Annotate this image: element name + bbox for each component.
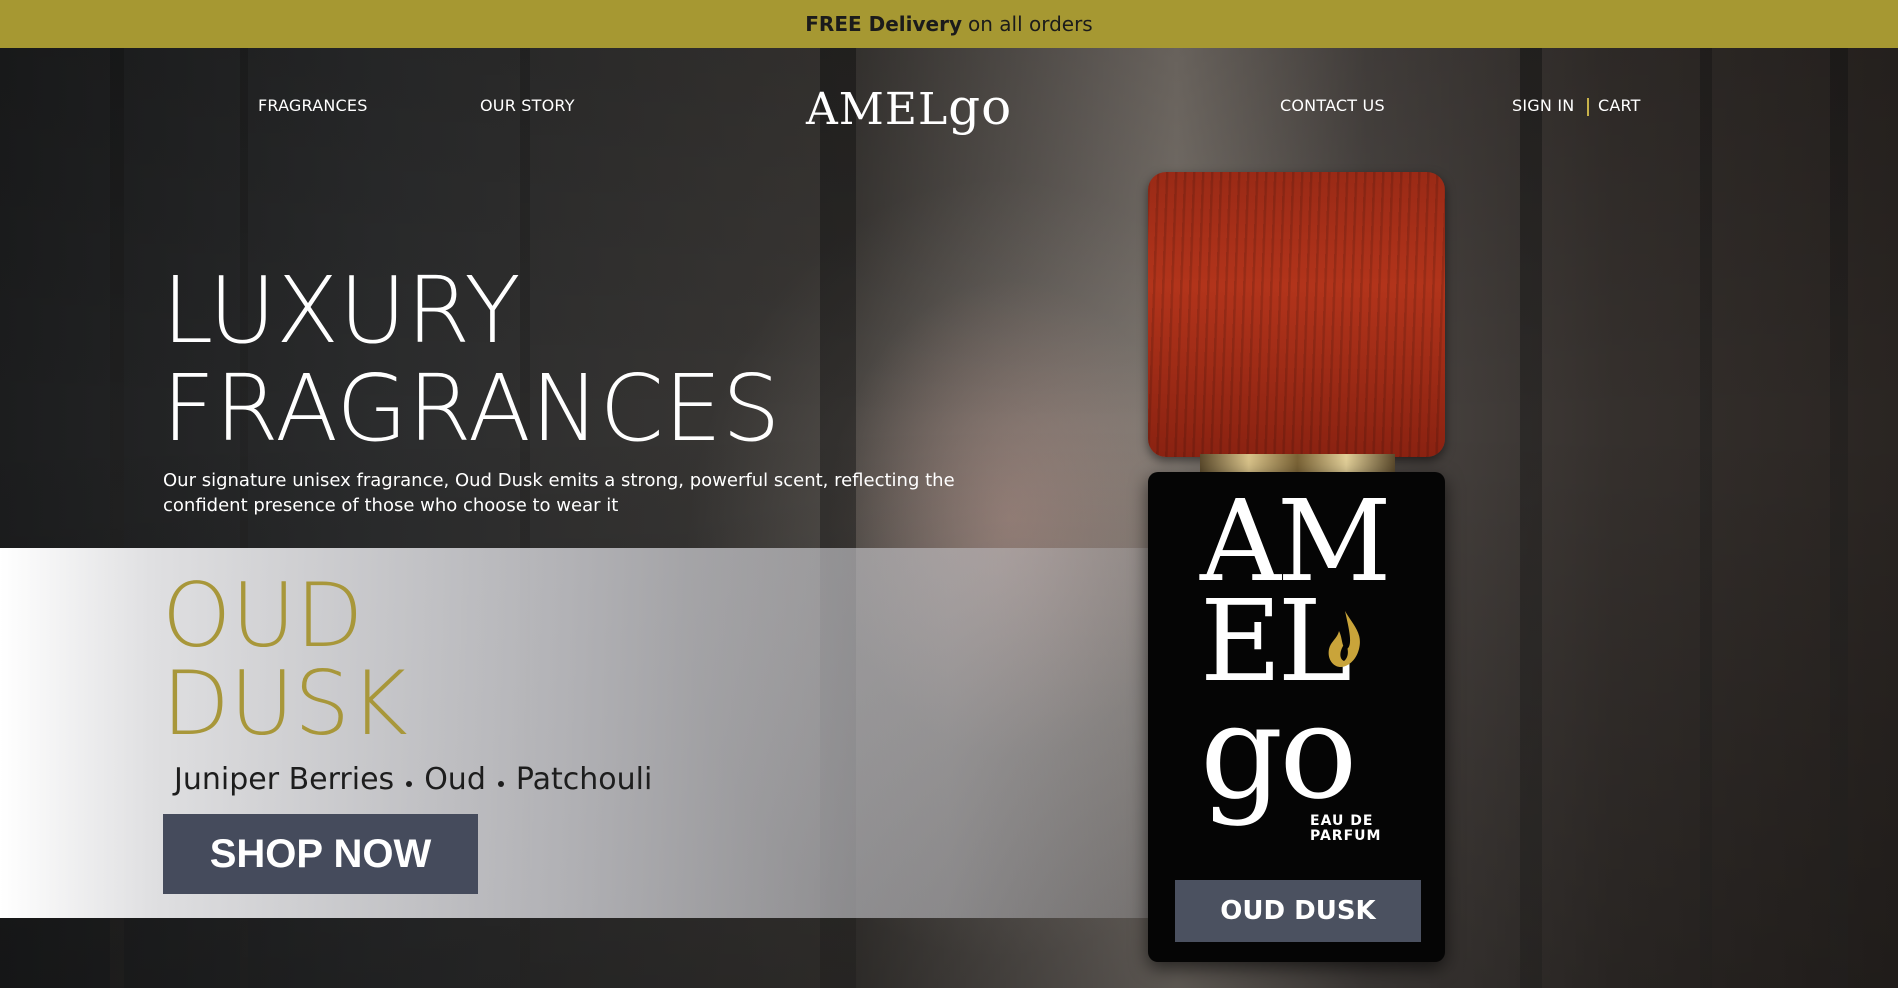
promo-text: on all orders xyxy=(967,12,1093,36)
promo-bar: FREE Delivery on all orders xyxy=(0,0,1898,48)
shop-now-button[interactable]: SHOP NOW xyxy=(163,814,478,894)
headline-line-2: FRAGRANCES xyxy=(162,355,781,462)
nav-divider xyxy=(1587,98,1589,116)
bottle-label: OUD DUSK xyxy=(1175,880,1421,942)
main-nav: FRAGRANCES OUR STORY AMELgo CONTACT US S… xyxy=(0,48,1898,168)
flame-icon xyxy=(1328,611,1360,667)
product-bottle-image[interactable]: AM EL go EAU DE PARFUM OUD DUSK xyxy=(1145,172,1450,962)
scent-note: Patchouli xyxy=(515,762,653,797)
bullet-separator xyxy=(406,780,413,787)
nav-cart[interactable]: CART xyxy=(1598,96,1641,115)
logo-tail-text: go xyxy=(948,78,1013,136)
promo-bold-text: FREE Delivery xyxy=(805,12,962,36)
brand-logo[interactable]: AMELgo xyxy=(806,78,1012,136)
hero-description: Our signature unisex fragrance, Oud Dusk… xyxy=(163,470,955,516)
logo-main-text: AMEL xyxy=(806,84,949,135)
eau-de-parfum-text: EAU DE PARFUM xyxy=(1310,814,1381,844)
product-title-line-1: OUD xyxy=(162,564,364,667)
nav-sign-in[interactable]: SIGN IN xyxy=(1512,96,1574,115)
edp-line-1: EAU DE xyxy=(1310,813,1374,829)
edp-line-2: PARFUM xyxy=(1310,828,1382,844)
bottle-collar xyxy=(1200,454,1395,474)
headline-line-1: LUXURY xyxy=(162,257,521,364)
scent-note: Juniper Berries xyxy=(174,762,395,797)
nav-contact-us[interactable]: CONTACT US xyxy=(1280,96,1385,115)
scent-note: Oud xyxy=(424,762,486,797)
bullet-separator xyxy=(497,780,504,787)
bottle-logo-line-3: go xyxy=(1200,676,1357,828)
product-title: OUD DUSK xyxy=(162,572,408,748)
bottle-cap xyxy=(1148,172,1445,457)
hero-headline: LUXURY FRAGRANCES xyxy=(162,262,780,458)
product-title-line-2: DUSK xyxy=(162,652,408,755)
nav-fragrances[interactable]: FRAGRANCES xyxy=(258,96,368,115)
scent-notes: Juniper Berries Oud Patchouli xyxy=(174,762,652,797)
nav-our-story[interactable]: OUR STORY xyxy=(480,96,575,115)
